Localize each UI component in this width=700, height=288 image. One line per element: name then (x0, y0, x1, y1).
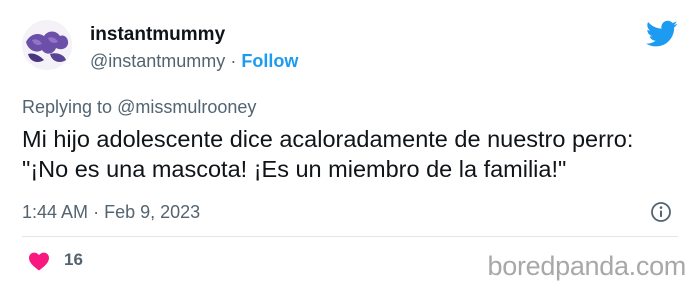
replying-prefix: Replying to (22, 97, 113, 117)
date-separator: · (93, 202, 100, 222)
tweet-time[interactable]: 1:44 AM (22, 202, 88, 222)
divider (22, 236, 678, 237)
twitter-bird-icon[interactable] (646, 20, 678, 48)
like-count[interactable]: 16 (64, 249, 83, 271)
timestamp[interactable]: 1:44 AM · Feb 9, 2023 (22, 200, 200, 224)
reply-mention-link[interactable]: @missmulrooney (117, 97, 256, 117)
tweet-text-line: "¡No es una mascota! ¡Es un miembro de l… (22, 156, 567, 182)
info-icon[interactable] (650, 201, 672, 223)
watermark: boredpanda.com (487, 251, 687, 281)
follow-button[interactable]: Follow (241, 51, 298, 71)
replying-to: Replying to @missmulrooney (22, 95, 256, 119)
handle-separator: · (230, 51, 237, 71)
user-handle[interactable]: @instantmummy (90, 51, 225, 71)
handle-line: @instantmummy · Follow (90, 49, 298, 73)
tweet-card: instantmummy @instantmummy · Follow Repl… (0, 0, 700, 288)
tweet-text-line: Mi hijo adolescente dice acaloradamente … (22, 126, 634, 152)
avatar[interactable] (22, 20, 72, 70)
display-name[interactable]: instantmummy (90, 23, 225, 47)
tweet-text: Mi hijo adolescente dice acaloradamente … (22, 124, 682, 184)
tweet-date[interactable]: Feb 9, 2023 (104, 202, 200, 222)
heart-icon[interactable] (28, 251, 50, 271)
